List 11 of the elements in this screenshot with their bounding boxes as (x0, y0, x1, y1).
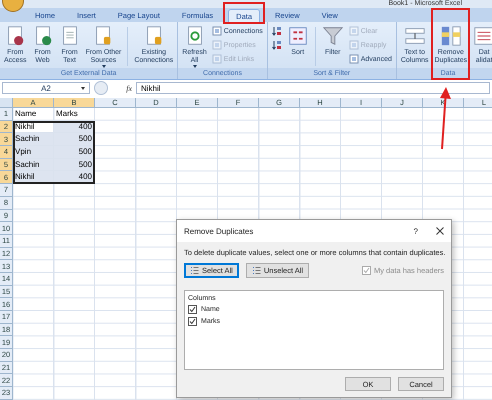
name-box[interactable]: A2 (2, 82, 90, 94)
table-cell: 500 (54, 133, 95, 146)
table-cell: Sachin (13, 133, 54, 146)
table-cell: Name (13, 108, 54, 121)
function-label[interactable]: fx (112, 84, 132, 92)
table-cell: 500 (54, 146, 95, 159)
formula-field[interactable]: Nikhil (136, 82, 490, 94)
table-cell: Marks (54, 108, 95, 121)
dialog-title: Remove Duplicates (184, 226, 254, 236)
help-button[interactable]: ? (414, 226, 418, 236)
table-cell: Vpin (13, 146, 54, 159)
